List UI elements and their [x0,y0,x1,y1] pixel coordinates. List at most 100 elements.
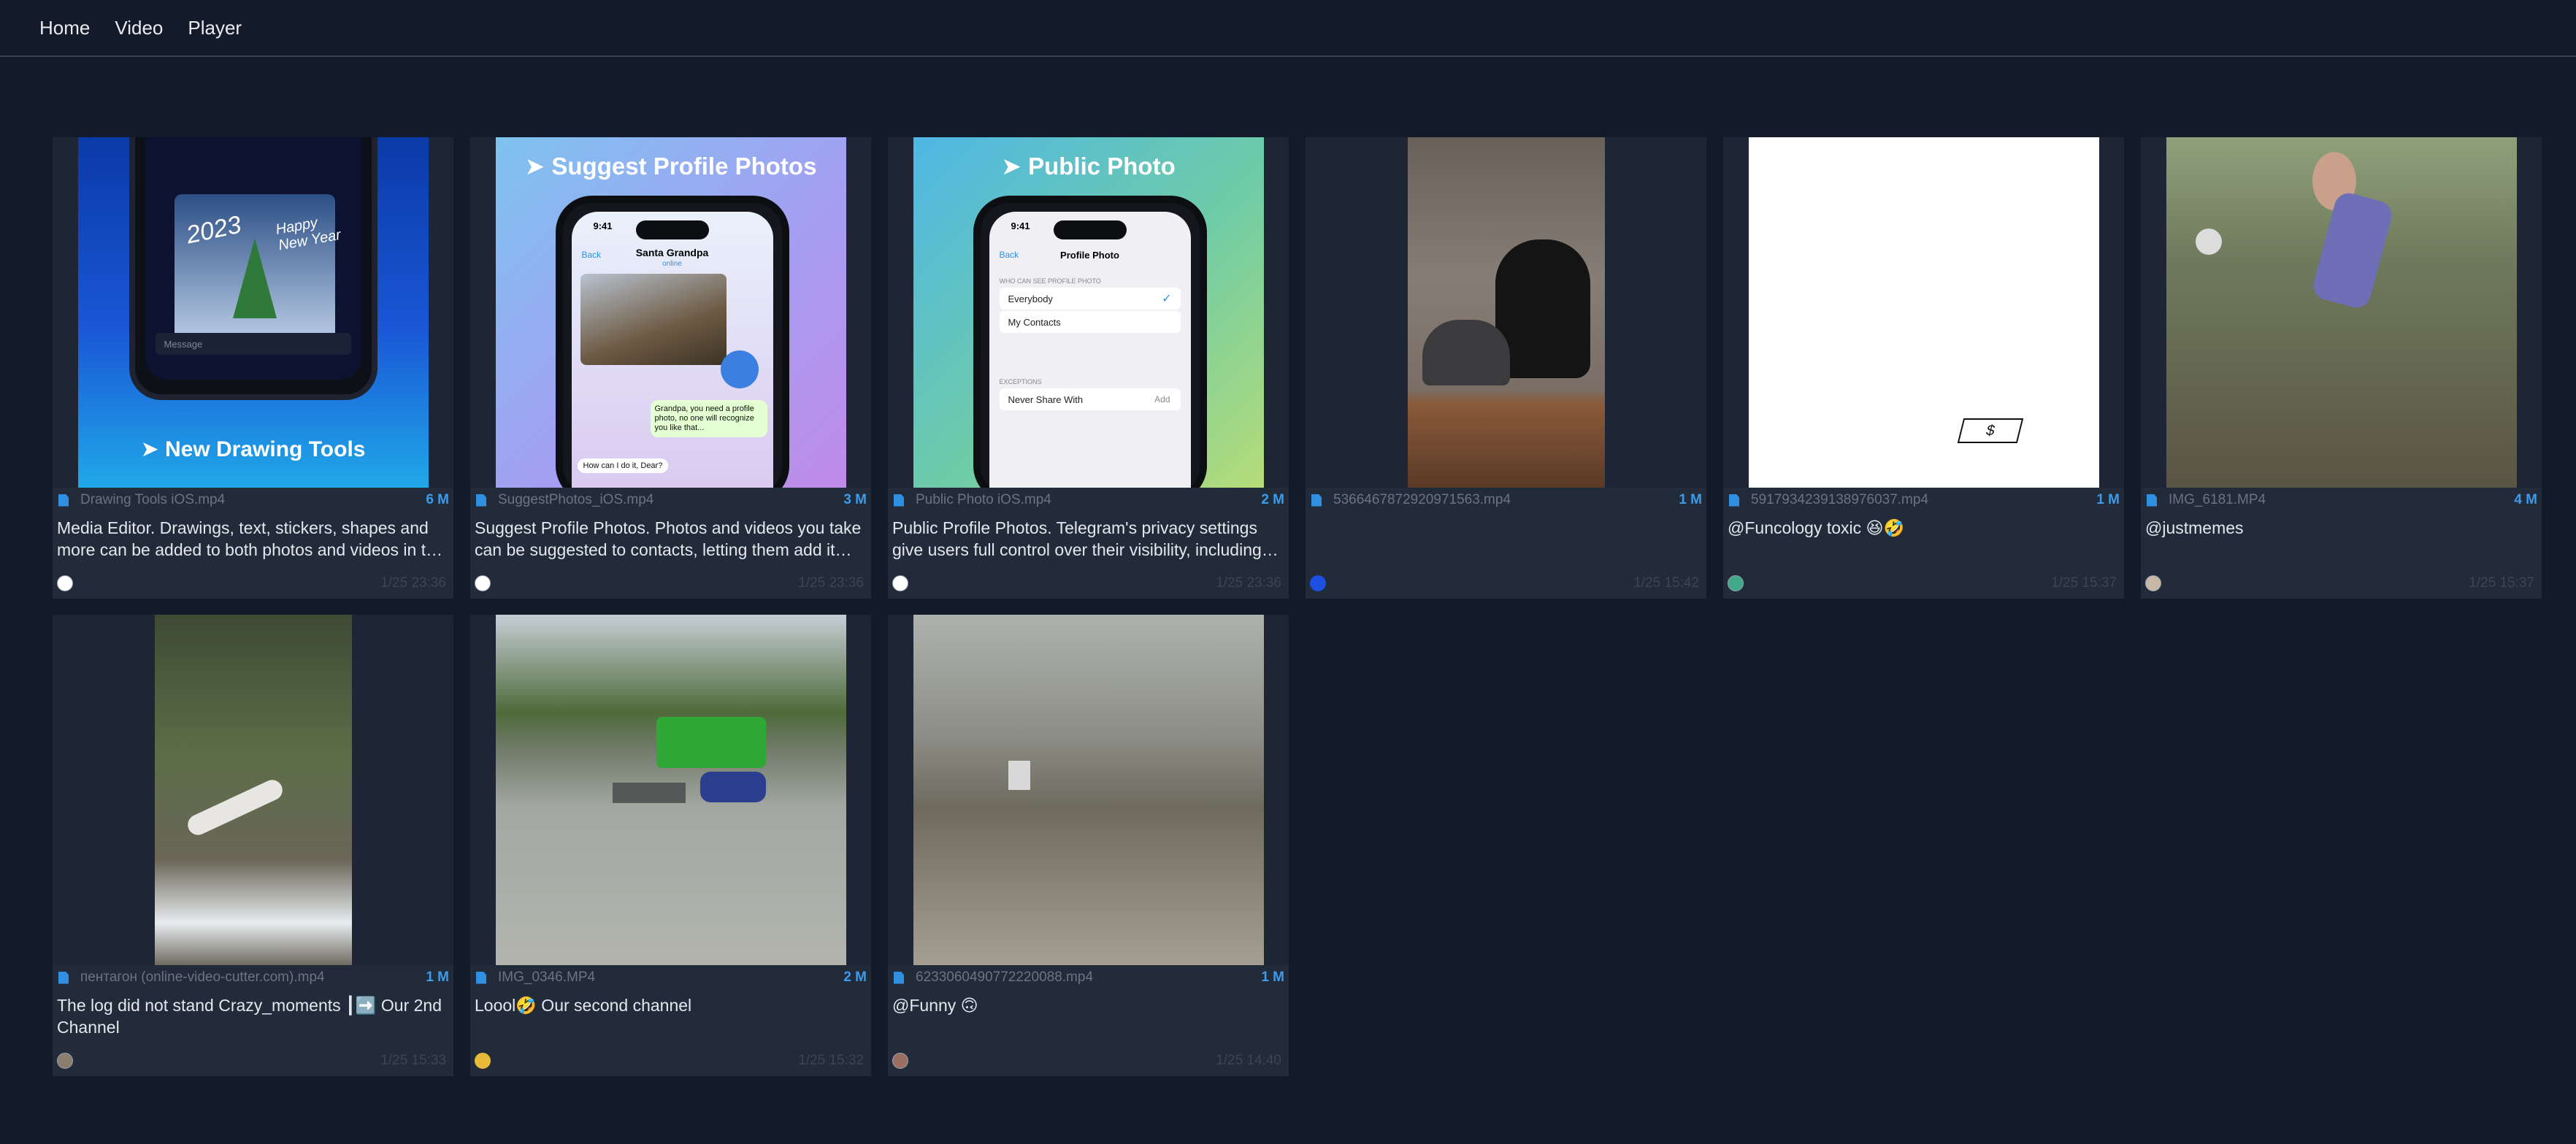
file-icon [58,971,69,984]
dollar-bill-icon: $ [1957,418,2023,443]
section-header: EXCEPTIONS [999,378,1042,385]
checkmark-icon: ✓ [1162,293,1172,305]
file-meta: 5917934239138976037.mp4 1 M [1723,488,2124,513]
file-name: IMG_0346.MP4 [498,970,596,985]
post-date: 1/25 14:40 [1216,1053,1281,1068]
video-thumbnail[interactable]: 2023 Happy New Year Message ➤ New Drawin… [53,137,453,488]
channel-avatar[interactable] [57,575,73,591]
channel-avatar[interactable] [2145,575,2161,591]
banner-label: Public Photo [1028,153,1176,180]
file-size: 3 M [843,492,867,507]
channel-avatar[interactable] [1728,575,1744,591]
file-meta: пентагон (online-video-cutter.com).mp4 1… [53,965,453,990]
file-meta: IMG_6181.MP4 4 M [2141,488,2542,513]
video-caption [1306,513,1706,562]
section-header: WHO CAN SEE PROFILE PHOTO [999,277,1101,285]
video-caption: Loool🤣 Our second channel [475,996,692,1015]
chat-bubble: Grandpa, you need a profile photo, no on… [650,400,767,437]
video-thumbnail[interactable] [1306,137,1706,488]
banner-text: ➤ Public Photo [913,152,1264,180]
video-caption: @Funny 🙃 [892,996,978,1015]
video-thumbnail[interactable]: ➤ Public Photo 9:41 Back Profile Photo W… [888,137,1289,488]
option-never-share: Never Share With [1008,394,1084,405]
video-thumbnail[interactable] [470,615,871,965]
video-caption: Suggest Profile Photos. Photos and video… [475,518,862,559]
file-name: SuggestPhotos_iOS.mp4 [498,492,654,507]
post-date: 1/25 15:37 [2469,575,2534,591]
file-size: 2 M [843,970,867,985]
video-thumbnail[interactable] [53,615,453,965]
add-link: Add [1154,394,1170,404]
file-icon [1729,494,1739,507]
video-thumbnail[interactable] [888,615,1289,965]
contact-status: online [662,260,682,268]
channel-avatar[interactable] [892,575,908,591]
telegram-icon: ➤ [1001,153,1021,180]
card-footer: 1/25 23:36 [892,574,1281,593]
file-size: 4 M [2514,492,2537,507]
channel-avatar[interactable] [475,575,491,591]
card-footer: 1/25 23:36 [475,574,864,593]
message-input-mock: Message [155,333,351,355]
status-time: 9:41 [1011,220,1030,231]
video-caption: The log did not stand Crazy_moments ┃➡️ … [57,996,442,1037]
card-footer: 1/25 14:40 [892,1051,1281,1070]
nav-home-link[interactable]: Home [39,17,90,39]
file-meta: 6233060490772220088.mp4 1 M [888,965,1289,990]
channel-avatar[interactable] [475,1053,491,1069]
video-card[interactable]: IMG_6181.MP4 4 M @justmemes 1/25 15:37 [2141,137,2542,599]
video-card[interactable]: ➤ Suggest Profile Photos 9:41 Back Santa… [470,137,871,599]
post-date: 1/25 15:42 [1633,575,1699,591]
file-meta: IMG_0346.MP4 2 M [470,965,871,990]
file-name: 5917934239138976037.mp4 [1751,492,1929,507]
file-size: 1 M [1679,492,1702,507]
file-icon [476,971,486,984]
nav-video-link[interactable]: Video [115,17,163,39]
video-thumbnail[interactable]: ➤ Suggest Profile Photos 9:41 Back Santa… [470,137,871,488]
option-row: Everybody ✓ [999,288,1181,310]
contact-name: Santa Grandpa [635,247,709,258]
file-icon [894,494,904,507]
video-thumbnail[interactable] [2141,137,2542,488]
telegram-icon: ➤ [140,437,159,461]
telegram-icon: ➤ [524,153,545,180]
banner-text: ➤ Suggest Profile Photos [496,152,846,180]
file-meta: Public Photo iOS.mp4 2 M [888,488,1289,513]
video-grid: 2023 Happy New Year Message ➤ New Drawin… [53,137,2542,1076]
file-name: IMG_6181.MP4 [2169,492,2266,507]
card-footer: 1/25 15:42 [1310,574,1699,593]
file-name: Drawing Tools iOS.mp4 [80,492,226,507]
nav-player-link[interactable]: Player [188,17,242,39]
card-footer: 1/25 15:37 [1728,574,2117,593]
file-name: пентагон (online-video-cutter.com).mp4 [80,970,325,985]
file-icon [2147,494,2157,507]
channel-avatar[interactable] [892,1053,908,1069]
video-thumbnail[interactable]: $ [1723,137,2124,488]
video-card[interactable]: 6233060490772220088.mp4 1 M @Funny 🙃 1/2… [888,615,1289,1076]
top-navigation: Home Video Player [0,0,2576,57]
post-date: 1/25 23:36 [380,575,446,591]
file-meta: SuggestPhotos_iOS.mp4 3 M [470,488,871,513]
channel-avatar[interactable] [57,1053,73,1069]
post-date: 1/25 23:36 [798,575,864,591]
file-icon [894,971,904,984]
channel-avatar[interactable] [1310,575,1326,591]
video-caption: @justmemes [2145,518,2244,537]
file-size: 1 M [1261,970,1284,985]
option-row: Never Share With Add [999,388,1181,410]
video-card[interactable]: пентагон (online-video-cutter.com).mp4 1… [53,615,453,1076]
video-card[interactable]: 2023 Happy New Year Message ➤ New Drawin… [53,137,453,599]
video-card[interactable]: $ 5917934239138976037.mp4 1 M @Funcology… [1723,137,2124,599]
video-card[interactable]: 5366467872920971563.mp4 1 M 1/25 15:42 [1306,137,1706,599]
video-caption: @Funcology toxic 😆🤣 [1728,518,1905,537]
option-row: My Contacts [999,311,1181,333]
video-card[interactable]: IMG_0346.MP4 2 M Loool🤣 Our second chann… [470,615,871,1076]
card-footer: 1/25 15:33 [57,1051,446,1070]
card-footer: 1/25 23:36 [57,574,446,593]
option-contacts: My Contacts [1008,316,1061,328]
file-meta: Drawing Tools iOS.mp4 6 M [53,488,453,513]
post-date: 1/25 15:37 [2051,575,2117,591]
banner-label: New Drawing Tools [165,437,366,461]
video-card[interactable]: ➤ Public Photo 9:41 Back Profile Photo W… [888,137,1289,599]
file-name: Public Photo iOS.mp4 [916,492,1051,507]
